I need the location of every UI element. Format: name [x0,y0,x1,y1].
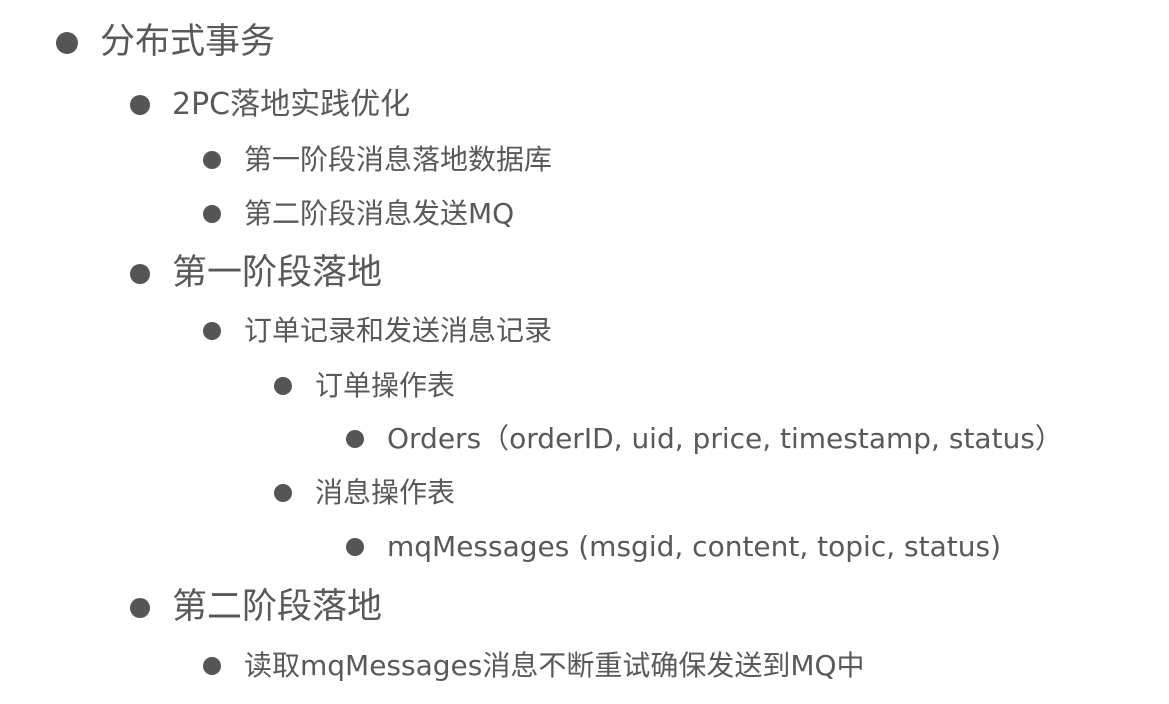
outline-item-text: 第二阶段消息发送MQ [244,197,515,230]
outline-item-level-0: 分布式事务 [56,22,276,62]
outline-item-level-2: 第一阶段消息落地数据库 [203,143,553,176]
bullet-icon [203,322,221,340]
bullet-icon [346,538,364,556]
outline-item-text: mqMessages (msgid, content, topic, statu… [387,530,1001,563]
outline-item-level-4: Orders（orderID, uid, price, timestamp, s… [346,422,1063,455]
outline-item-level-2: 读取mqMessages消息不断重试确保发送到MQ中 [203,649,865,682]
bullet-icon [274,377,292,395]
bullet-icon [274,484,292,502]
outline-item-text: 分布式事务 [100,22,276,62]
outline-item-level-1: 第一阶段落地 [130,253,383,293]
outline-item-text: 2PC落地实践优化 [172,87,411,122]
outline-item-text: 读取mqMessages消息不断重试确保发送到MQ中 [244,649,865,682]
outline-item-level-3: 订单操作表 [274,369,456,402]
bullet-icon [203,151,221,169]
outline-item-level-2: 第二阶段消息发送MQ [203,197,515,230]
outline-item-text: 第一阶段消息落地数据库 [244,143,553,176]
outline-item-text: Orders（orderID, uid, price, timestamp, s… [387,422,1063,455]
outline-item-level-2: 订单记录和发送消息记录 [203,314,553,347]
outline-item-text: 订单记录和发送消息记录 [244,314,553,347]
outline-item-level-3: 消息操作表 [274,476,456,509]
bullet-icon [203,657,221,675]
outline-item-text: 第二阶段落地 [172,587,383,627]
outline-item-level-4: mqMessages (msgid, content, topic, statu… [346,530,1001,563]
outline-item-text: 消息操作表 [315,476,456,509]
bullet-icon [130,263,150,284]
outline-item-text: 第一阶段落地 [172,253,383,293]
bullet-icon [346,430,364,448]
outline-item-level-1: 2PC落地实践优化 [130,87,411,122]
bullet-icon [203,205,221,223]
outline-item-text: 订单操作表 [315,369,456,402]
bullet-icon [56,31,78,54]
outline-item-level-1: 第二阶段落地 [130,587,383,627]
bullet-icon [130,597,150,618]
bullet-icon [130,95,150,115]
